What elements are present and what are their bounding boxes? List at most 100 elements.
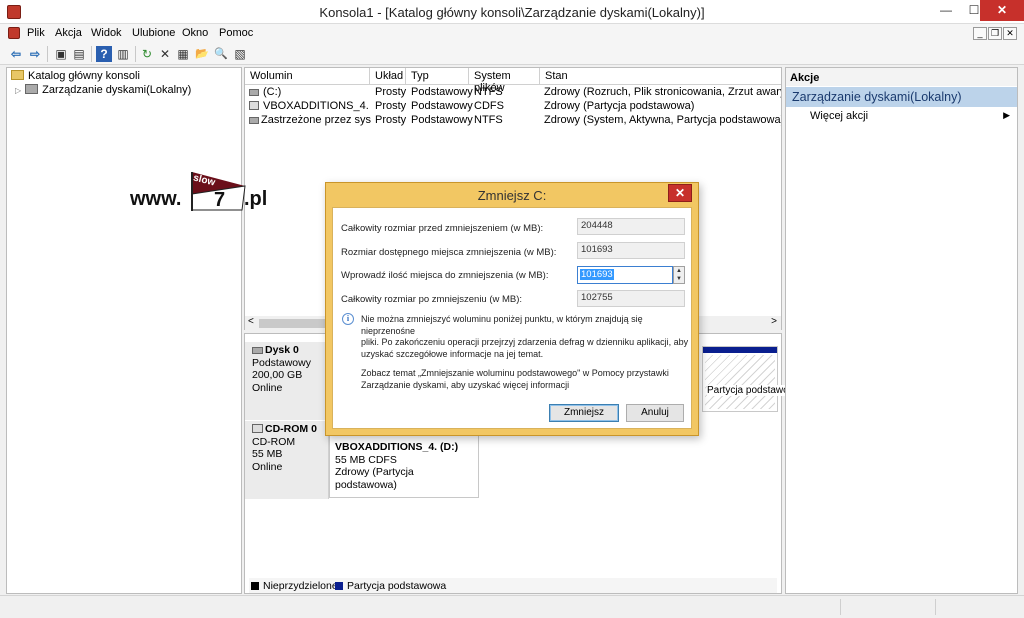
cdrom-drive-icon — [252, 424, 263, 433]
delete-icon[interactable]: ✕ — [157, 46, 173, 62]
shrink-amount-input[interactable]: 101693 — [577, 266, 673, 284]
disk-icon — [252, 347, 263, 354]
status-cell: Zdrowy (System, Aktywna, Partycja podsta… — [544, 114, 781, 126]
layout-cell: Prosty — [375, 86, 407, 98]
volume-cell: VBOXADDITIONS_4. (D:) — [249, 100, 369, 112]
column-header-volume[interactable]: Wolumin — [245, 68, 370, 85]
menu-plik[interactable]: Plik — [27, 27, 45, 39]
volume-name: (C:) — [263, 86, 282, 98]
up-folder-icon[interactable]: ▣ — [53, 46, 69, 62]
close-button[interactable]: ✕ — [980, 0, 1024, 21]
info-line: pliki. Po zakończeniu operacji przejrzyj… — [361, 337, 689, 347]
actions-pane: Akcje Zarządzanie dyskami(Lokalny) Więce… — [785, 67, 1018, 594]
spin-down-icon[interactable]: ▼ — [674, 275, 684, 283]
cdrom0-name: CD-ROM 0 — [265, 423, 317, 435]
total-before-label: Całkowity rozmiar przed zmniejszeniem (w… — [341, 223, 544, 234]
info-line: uzyskać szczegółowe informacje na jej te… — [361, 348, 544, 359]
status-bar — [0, 595, 1024, 618]
mdi-close-button[interactable]: ✕ — [1003, 27, 1017, 40]
tree-disk-management-item[interactable]: ▷ Zarządzanie dyskami(Lokalny) — [15, 84, 191, 96]
disk0-partition[interactable]: Partycja podstawo — [702, 346, 789, 412]
disk-management-icon — [25, 84, 39, 94]
menu-okno[interactable]: Okno — [182, 27, 208, 39]
filesystem-cell: CDFS — [474, 100, 504, 112]
help-line: Zobacz temat „Zmniejszanie woluminu pods… — [361, 368, 669, 378]
menu-akcja[interactable]: Akcja — [55, 27, 82, 39]
mdi-restore-button[interactable]: ❐ — [988, 27, 1002, 40]
properties-icon[interactable]: ▦ — [175, 46, 191, 62]
minimize-button[interactable]: — — [932, 0, 960, 21]
dialog-close-button[interactable]: ✕ — [668, 184, 692, 202]
column-header-status[interactable]: Stan — [540, 68, 781, 85]
column-header-layout[interactable]: Układ — [370, 68, 406, 85]
more-actions-arrow-icon[interactable]: ▶ — [1003, 110, 1010, 121]
expand-arrow-icon[interactable]: ▷ — [15, 86, 21, 95]
properties-pane-icon[interactable]: ▥ — [115, 46, 131, 62]
forward-arrow-icon[interactable]: ⇨ — [27, 46, 43, 62]
actions-section-disk-management[interactable]: Zarządzanie dyskami(Lokalny) — [786, 87, 1017, 107]
cdrom0-label[interactable]: CD-ROM 0 CD-ROM 55 MB Online — [245, 421, 329, 499]
menu-bar: Plik Akcja Widok Ulubione Okno Pomoc _ ❐… — [0, 24, 1024, 43]
more-actions-item[interactable]: Więcej akcji — [810, 110, 868, 122]
open-icon[interactable]: 📂 — [194, 46, 210, 62]
mdi-minimize-button[interactable]: _ — [973, 27, 987, 40]
legend-unallocated-label: Nieprzydzielone — [263, 580, 338, 592]
cdrom-icon — [249, 101, 259, 110]
cdrom0-name-row: CD-ROM 0 — [252, 423, 328, 436]
type-cell: Podstawowy — [411, 100, 473, 112]
show-hide-tree-icon[interactable]: ▤ — [71, 46, 87, 62]
refresh-icon[interactable]: ↻ — [139, 46, 155, 62]
type-cell: Podstawowy — [411, 86, 473, 98]
watermark-suffix: .pl — [244, 188, 268, 210]
back-arrow-icon[interactable]: ⇦ — [8, 46, 24, 62]
watermark-flag-number: 7 — [214, 189, 226, 211]
console-tree: Katalog główny konsoli ▷ Zarządzanie dysk… — [6, 67, 242, 594]
toolbar-separator — [47, 46, 48, 62]
column-header-filesystem[interactable]: System plików — [469, 68, 540, 94]
spin-up-icon[interactable]: ▲ — [674, 267, 684, 275]
status-separator — [840, 599, 841, 615]
watermark-prefix: www. — [130, 188, 182, 210]
scroll-right-icon[interactable]: > — [771, 316, 777, 327]
disk0-name: Dysk 0 — [265, 344, 299, 356]
shrink-amount-spinner[interactable]: ▲ ▼ — [673, 266, 685, 284]
tree-root-item[interactable]: Katalog główny konsoli — [11, 70, 140, 82]
toolbar-separator — [135, 46, 136, 62]
status-cell: Zdrowy (Partycja podstawowa) — [544, 100, 695, 112]
filesystem-cell: NTFS — [474, 86, 503, 98]
volume-icon — [249, 89, 259, 96]
console-menu-icon[interactable] — [8, 27, 20, 39]
shrink-amount-value: 101693 — [580, 269, 614, 280]
available-label: Rozmiar dostępnego miejsca zmniejszenia … — [341, 247, 557, 258]
shrink-button[interactable]: Zmniejsz — [549, 404, 619, 422]
rescan-icon[interactable]: ▧ — [232, 46, 248, 62]
actions-header: Akcje — [786, 68, 1017, 86]
disk0-label[interactable]: Dysk 0 Podstawowy 200,00 GB Online — [245, 342, 329, 420]
cdrom0-volume-status: Zdrowy (Partycja podstawowa) — [335, 466, 414, 491]
total-before-value: 204448 — [577, 218, 685, 235]
cdrom0-volume-name: VBOXADDITIONS_4. (D:) — [335, 441, 459, 453]
search-icon[interactable]: 🔍 — [213, 46, 229, 62]
info-text: Nie można zmniejszyć woluminu poniżej pu… — [361, 314, 691, 360]
volume-name: Zastrzeżone przez system — [261, 114, 371, 126]
cancel-button[interactable]: Anuluj — [626, 404, 684, 422]
volume-cell: Zastrzeżone przez system — [249, 114, 371, 126]
scroll-left-icon[interactable]: < — [248, 316, 254, 327]
disk0-size: 200,00 GB — [252, 369, 303, 381]
legend: Nieprzydzielone Partycja podstawowa — [249, 578, 777, 593]
menu-widok[interactable]: Widok — [91, 27, 122, 39]
filesystem-cell: NTFS — [474, 114, 503, 126]
menu-pomoc[interactable]: Pomoc — [219, 27, 253, 39]
legend-swatch — [335, 582, 343, 590]
help-line: Zarządzanie dyskami, aby uzyskać więcej … — [361, 379, 570, 390]
help-icon[interactable]: ? — [96, 46, 112, 62]
watermark-logo: www. slow 7 .pl — [130, 172, 280, 212]
primary-partition-bar — [703, 347, 777, 353]
status-separator — [935, 599, 936, 615]
help-text: Zobacz temat „Zmniejszanie woluminu pods… — [361, 368, 669, 391]
status-cell: Zdrowy (Rozruch, Plik stronicowania, Zrz… — [544, 86, 781, 98]
total-after-label: Całkowity rozmiar po zmniejszeniu (w MB)… — [341, 294, 523, 305]
toolbar-separator — [91, 46, 92, 62]
menu-ulubione[interactable]: Ulubione — [132, 27, 175, 39]
column-header-type[interactable]: Typ — [406, 68, 469, 85]
